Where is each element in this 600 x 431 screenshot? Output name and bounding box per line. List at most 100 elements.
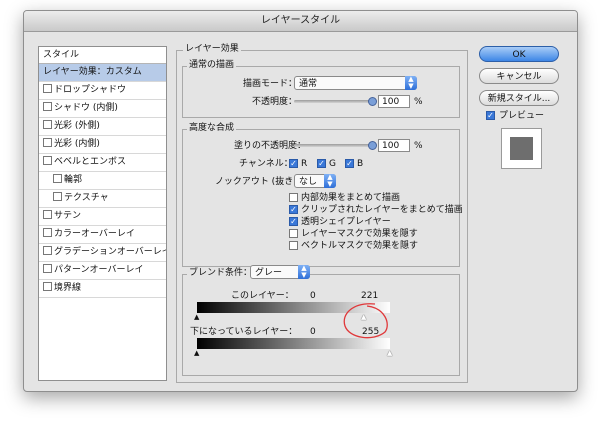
option-label: ベクトルマスクで効果を隠す: [301, 241, 419, 251]
layer-style-dialog: レイヤースタイル スタイル レイヤー効果：カスタム ドロップシャドウ シャドウ (内…: [23, 10, 578, 392]
style-checkbox[interactable]: [43, 228, 52, 237]
underlying-layer-label: 下になっているレイヤー：: [190, 327, 298, 337]
style-list-item-label: カラーオーバーレイ: [54, 229, 135, 239]
style-checkbox[interactable]: [43, 264, 52, 273]
channel-b-checkbox[interactable]: ✓: [345, 159, 354, 168]
style-list-item[interactable]: シャドウ (内側): [39, 100, 166, 118]
style-list-item-label: 輪郭: [64, 175, 83, 185]
this-layer-label: このレイヤー：: [231, 291, 294, 301]
style-list-item-label: 境界線: [54, 283, 82, 293]
chevron-updown-icon: ▲ ▼: [324, 174, 336, 188]
style-list-item-label: ドロップシャドウ: [54, 85, 127, 95]
window-title: レイヤースタイル: [24, 11, 577, 32]
style-list-item[interactable]: 光彩 (外側): [39, 118, 166, 136]
knockout-select[interactable]: なし ▲ ▼: [294, 174, 336, 188]
fill-opacity-unit: %: [414, 141, 423, 151]
option-checkbox[interactable]: ✓: [289, 217, 298, 226]
blend-mode-label: 描画モード：: [243, 79, 298, 89]
normal-blend-title: 通常の描画: [187, 60, 237, 71]
preview-checkbox[interactable]: ✓: [486, 111, 495, 120]
underlying-layer-min-value: 0: [310, 327, 316, 337]
style-list-item[interactable]: カラーオーバーレイ: [39, 226, 166, 244]
opacity-label: 不透明度：: [252, 97, 298, 107]
style-list-item[interactable]: グラデーションオーバーレイ: [39, 244, 166, 262]
style-list-item-label: 光彩 (外側): [54, 121, 100, 131]
this-layer-min-value: 0: [310, 291, 316, 301]
opacity-unit: %: [414, 97, 423, 107]
opacity-slider[interactable]: [294, 100, 374, 103]
style-list-item-label: 光彩 (内側): [54, 139, 100, 149]
channel-r-label: R: [301, 159, 308, 169]
opacity-input[interactable]: 100: [378, 95, 410, 108]
blend-mode-value: 通常: [299, 79, 318, 89]
blend-if-panel: [182, 274, 460, 376]
style-list-item[interactable]: ドロップシャドウ: [39, 82, 166, 100]
style-checkbox[interactable]: [43, 282, 52, 291]
preview-swatch: [501, 128, 542, 169]
option-checkbox[interactable]: [289, 229, 298, 238]
style-checkbox[interactable]: [43, 120, 52, 129]
style-list-item[interactable]: パターンオーバーレイ: [39, 262, 166, 280]
style-list-item[interactable]: ベベルとエンボス: [39, 154, 166, 172]
option-label: クリップされたレイヤーをまとめて描画: [301, 205, 463, 215]
annotation-circle: [343, 303, 388, 339]
channels-label: チャンネル：: [239, 159, 293, 169]
style-checkbox[interactable]: [43, 102, 52, 111]
channel-b-label: B: [357, 159, 364, 169]
style-list: スタイル レイヤー効果：カスタム ドロップシャドウ シャドウ (内側) 光彩 (外側)…: [38, 46, 167, 381]
style-list-item-label: サテン: [54, 211, 82, 221]
chevron-updown-icon: ▲ ▼: [298, 265, 310, 279]
style-list-item-label: グラデーションオーバーレイ: [54, 247, 166, 257]
cancel-button[interactable]: キャンセル: [479, 68, 559, 84]
style-list-item-label: シャドウ (内側): [54, 103, 118, 113]
style-list-item[interactable]: レイヤー効果：カスタム: [39, 64, 166, 82]
style-list-item[interactable]: 光彩 (内側): [39, 136, 166, 154]
opacity-slider-handle[interactable]: [368, 97, 377, 106]
channel-g-checkbox[interactable]: ✓: [317, 159, 326, 168]
blend-if-label: ブレンド条件：: [187, 267, 255, 279]
layer-effects-title: レイヤー効果: [183, 44, 241, 55]
style-checkbox[interactable]: [43, 246, 52, 255]
style-list-item[interactable]: テクスチャ: [39, 190, 166, 208]
style-checkbox[interactable]: [43, 84, 52, 93]
underlying-white-slider[interactable]: ▲: [387, 350, 392, 357]
option-checkbox[interactable]: [289, 241, 298, 250]
option-label: 透明シェイプレイヤー: [301, 217, 391, 227]
style-list-item[interactable]: 境界線: [39, 280, 166, 298]
style-list-item[interactable]: 輪郭: [39, 172, 166, 190]
style-list-item-label: レイヤー効果：カスタム: [43, 67, 142, 77]
advanced-blend-title: 高度な合成: [187, 123, 237, 134]
fill-opacity-slider[interactable]: [294, 144, 374, 147]
knockout-value: なし: [299, 177, 318, 187]
style-checkbox[interactable]: [43, 210, 52, 219]
style-list-item-label: テクスチャ: [64, 193, 109, 203]
style-checkbox[interactable]: [43, 156, 52, 165]
underlying-black-slider[interactable]: ▲: [194, 350, 199, 357]
style-list-item[interactable]: サテン: [39, 208, 166, 226]
chevron-updown-icon: ▲ ▼: [405, 76, 417, 90]
option-checkbox[interactable]: [289, 193, 298, 202]
option-label: レイヤーマスクで効果を隠す: [301, 229, 418, 239]
blend-if-value: グレー: [255, 268, 283, 278]
option-checkbox[interactable]: ✓: [289, 205, 298, 214]
style-list-item-label: ベベルとエンボス: [54, 157, 127, 167]
blend-if-select[interactable]: グレー ▲ ▼: [250, 265, 310, 279]
style-list-item-label: パターンオーバーレイ: [54, 265, 144, 275]
style-checkbox[interactable]: [53, 192, 62, 201]
new-style-button[interactable]: 新規スタイル...: [479, 90, 559, 106]
fill-opacity-input[interactable]: 100: [378, 139, 410, 152]
style-list-header: スタイル: [39, 47, 166, 64]
style-checkbox[interactable]: [43, 138, 52, 147]
this-layer-black-slider[interactable]: ▲: [194, 314, 199, 321]
blend-mode-select[interactable]: 通常 ▲ ▼: [294, 76, 417, 90]
option-label: 内部効果をまとめて描画: [301, 193, 401, 203]
knockout-label: ノックアウト (抜き)：: [215, 177, 306, 187]
preview-swatch-fill: [510, 137, 533, 160]
channel-g-label: G: [329, 159, 336, 169]
ok-button[interactable]: OK: [479, 46, 559, 62]
normal-blend-panel: [182, 66, 460, 118]
style-checkbox[interactable]: [53, 174, 62, 183]
preview-label: プレビュー: [499, 111, 545, 121]
channel-r-checkbox[interactable]: ✓: [289, 159, 298, 168]
fill-opacity-slider-handle[interactable]: [368, 141, 377, 150]
